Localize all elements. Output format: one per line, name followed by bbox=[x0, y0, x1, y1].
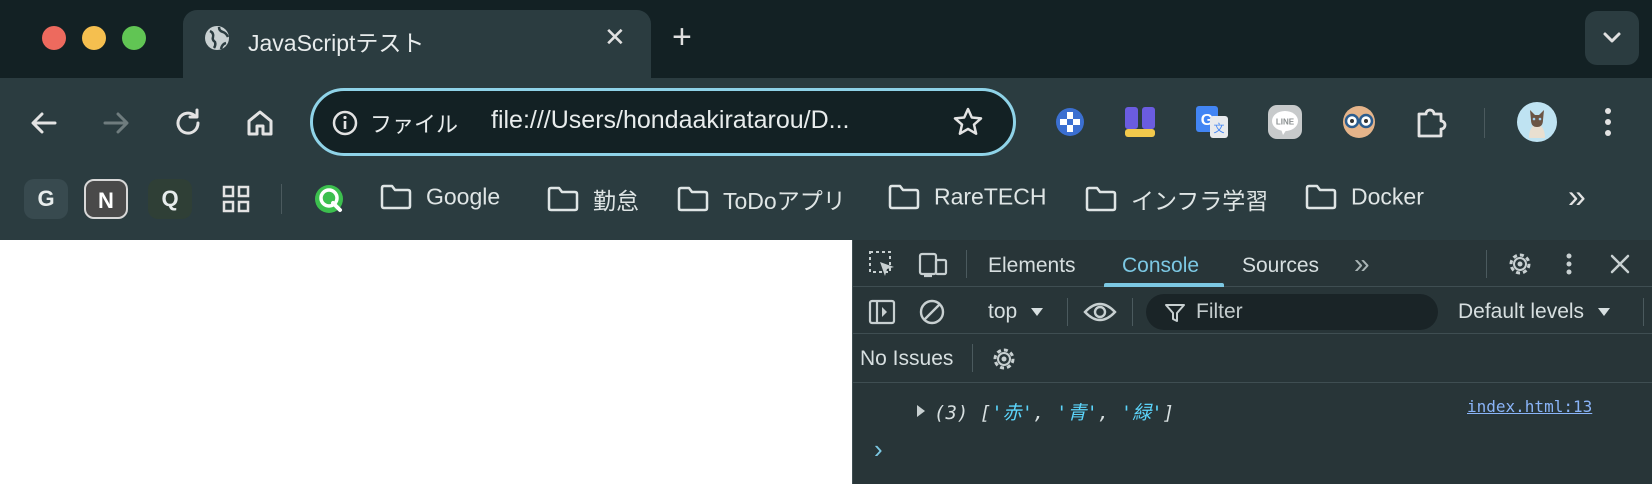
info-icon[interactable] bbox=[332, 110, 358, 136]
bookmarks-overflow-button[interactable]: » bbox=[1568, 178, 1586, 215]
svg-text:LINE: LINE bbox=[1276, 118, 1295, 127]
tab-title: JavaScriptテスト bbox=[248, 30, 425, 56]
issues-label[interactable]: No Issues bbox=[860, 347, 953, 371]
folder-icon bbox=[888, 184, 920, 210]
bookmark-folder-raretech[interactable]: RareTECH bbox=[888, 182, 1046, 218]
bookmark-folder-label: インフラ学習 bbox=[1131, 188, 1269, 214]
array-length: (3) bbox=[934, 402, 969, 424]
site-info-chip[interactable]: ファイル bbox=[370, 107, 458, 139]
devtools-divider bbox=[966, 250, 967, 278]
bookmark-folder-google[interactable]: Google bbox=[380, 182, 500, 218]
toolbar-divider bbox=[1132, 298, 1133, 326]
eye-icon[interactable] bbox=[1083, 298, 1117, 326]
bookmark-folder-kintai[interactable]: 勤怠 bbox=[547, 182, 639, 218]
array-comma: , bbox=[1097, 402, 1121, 424]
console-prompt[interactable]: › bbox=[874, 434, 883, 465]
bookmark-g[interactable]: G bbox=[24, 179, 68, 219]
caret-down-icon bbox=[1597, 308, 1610, 316]
filter-icon bbox=[1165, 304, 1185, 322]
star-icon[interactable] bbox=[952, 106, 984, 138]
array-item: '青' bbox=[1056, 402, 1098, 424]
bookmark-n[interactable]: N bbox=[84, 179, 128, 219]
bookmarks-divider bbox=[281, 184, 282, 214]
bookmark-folder-label: Google bbox=[426, 183, 501, 210]
extension-cross-icon[interactable] bbox=[1052, 104, 1088, 140]
array-close-bracket: ] bbox=[1162, 402, 1175, 424]
page-viewport[interactable] bbox=[0, 240, 852, 484]
bookmark-folder-label: 勤怠 bbox=[593, 188, 639, 214]
log-levels-value: Default levels bbox=[1458, 300, 1585, 323]
folder-icon bbox=[380, 184, 412, 210]
tab-elements[interactable]: Elements bbox=[988, 254, 1076, 278]
url-text[interactable]: file:///Users/hondaakiratarou/D... bbox=[491, 106, 850, 135]
apps-grid-icon[interactable] bbox=[221, 184, 251, 214]
array-item: '緑' bbox=[1120, 402, 1163, 424]
device-toolbar-icon[interactable] bbox=[918, 250, 948, 278]
toolbar-divider bbox=[1643, 298, 1644, 326]
back-arrow-icon[interactable] bbox=[27, 106, 61, 140]
tab-sources[interactable]: Sources bbox=[1242, 254, 1319, 278]
reload-icon[interactable] bbox=[171, 106, 205, 140]
log-levels-select[interactable]: Default levels bbox=[1458, 300, 1612, 324]
folder-icon bbox=[1085, 186, 1117, 212]
toolbar-divider bbox=[1067, 298, 1068, 326]
home-icon[interactable] bbox=[243, 106, 277, 140]
minimize-window-button[interactable] bbox=[82, 26, 106, 50]
folder-icon bbox=[547, 186, 579, 212]
more-tabs-button[interactable]: » bbox=[1354, 248, 1370, 280]
devtools-divider bbox=[1486, 250, 1487, 278]
folder-icon bbox=[1305, 184, 1337, 210]
caret-down-icon bbox=[1031, 308, 1044, 316]
bookmark-folder-todo[interactable]: ToDoアプリ bbox=[677, 182, 846, 218]
green-chat-icon[interactable] bbox=[312, 182, 346, 216]
bookmark-folder-label: ToDoアプリ bbox=[723, 188, 846, 214]
svg-text:文: 文 bbox=[1214, 121, 1225, 135]
expand-triangle-icon[interactable] bbox=[916, 404, 926, 418]
more-vert-icon[interactable] bbox=[1561, 250, 1577, 278]
google-translate-icon[interactable]: G文 bbox=[1194, 104, 1230, 140]
context-select-value: top bbox=[988, 300, 1018, 323]
tab-console[interactable]: Console bbox=[1122, 254, 1199, 278]
bookmark-folder-infra[interactable]: インフラ学習 bbox=[1085, 182, 1268, 218]
bookmark-folder-label: Docker bbox=[1351, 183, 1424, 210]
close-icon[interactable] bbox=[1608, 252, 1632, 276]
maximize-window-button[interactable] bbox=[122, 26, 146, 50]
clear-console-icon[interactable] bbox=[918, 298, 946, 326]
toolbar-divider bbox=[972, 344, 973, 372]
toolbar-divider bbox=[1484, 108, 1485, 138]
console-log-value: (3) ['赤', '青', '緑'] bbox=[934, 398, 1174, 425]
settings-gear-icon[interactable] bbox=[1506, 250, 1534, 278]
extension-cards-icon[interactable] bbox=[1122, 104, 1158, 140]
bookmark-folder-label: RareTECH bbox=[934, 183, 1047, 210]
settings-gear-icon[interactable] bbox=[990, 345, 1018, 373]
filter-input[interactable] bbox=[1146, 294, 1438, 330]
close-window-button[interactable] bbox=[42, 26, 66, 50]
array-item: '赤' bbox=[991, 402, 1034, 424]
globe-icon bbox=[205, 26, 230, 50]
bookmark-q[interactable]: Q bbox=[148, 179, 192, 219]
more-vert-icon[interactable] bbox=[1598, 104, 1618, 140]
tab-search-button[interactable] bbox=[1585, 11, 1639, 65]
glasses-face-icon[interactable] bbox=[1341, 104, 1377, 140]
console-source-link[interactable]: index.html:13 bbox=[1467, 397, 1592, 416]
chevron-down-icon bbox=[1603, 32, 1621, 43]
line-icon[interactable]: LINE bbox=[1267, 104, 1303, 140]
inspect-element-icon[interactable] bbox=[868, 250, 896, 278]
array-open-bracket: [ bbox=[979, 402, 992, 424]
extensions-puzzle-icon[interactable] bbox=[1413, 104, 1449, 140]
forward-arrow-icon[interactable] bbox=[99, 106, 133, 140]
active-tab-indicator bbox=[1104, 283, 1224, 287]
avatar[interactable] bbox=[1517, 102, 1557, 142]
array-comma: , bbox=[1033, 402, 1057, 424]
new-tab-button[interactable]: + bbox=[672, 20, 692, 54]
bookmark-folder-docker[interactable]: Docker bbox=[1305, 182, 1424, 218]
sidebar-toggle-icon[interactable] bbox=[868, 298, 896, 326]
context-select[interactable]: top bbox=[988, 300, 1045, 324]
folder-icon bbox=[677, 186, 709, 212]
tab-close-button[interactable]: ✕ bbox=[604, 22, 626, 52]
filter-placeholder: Filter bbox=[1196, 300, 1243, 323]
